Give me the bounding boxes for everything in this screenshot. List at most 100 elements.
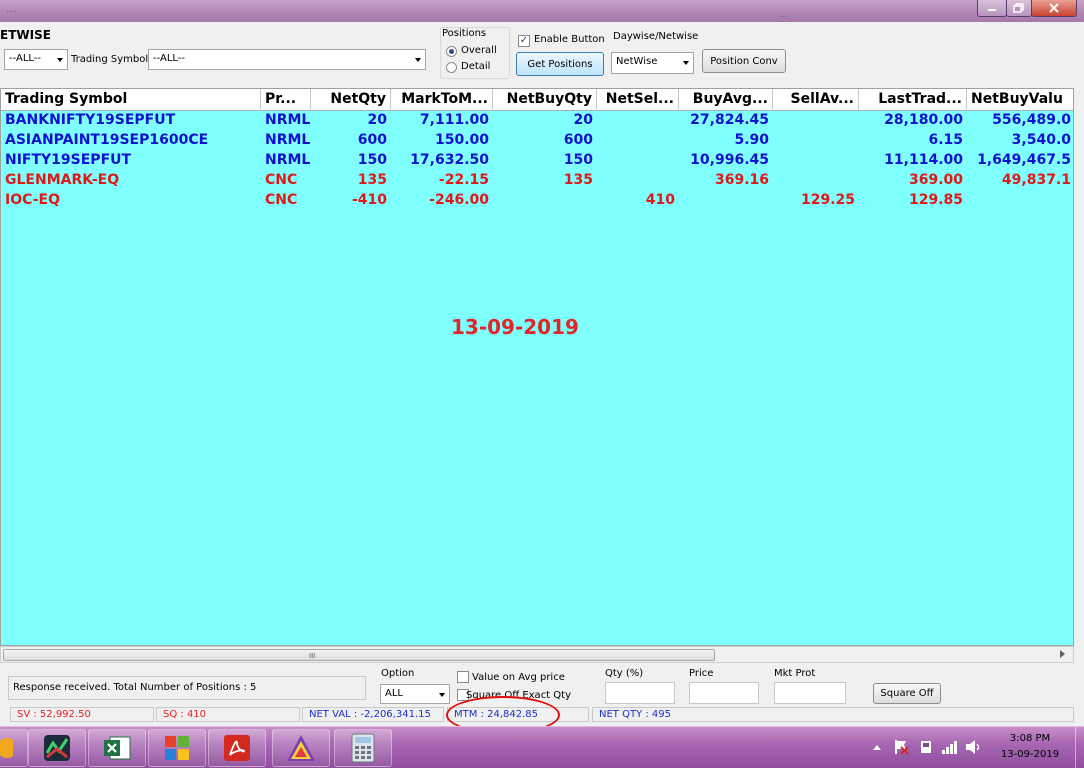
chevron-down-icon <box>57 58 63 62</box>
minimize-button[interactable] <box>977 0 1007 17</box>
cell-sellavg <box>773 131 859 151</box>
daywise-value: NetWise <box>616 56 658 67</box>
trading-symbol-label: Trading Symbol <box>71 54 149 65</box>
cell-sellavg <box>773 151 859 171</box>
cell-product: CNC <box>265 172 298 188</box>
position-conv-button[interactable]: Position Conv <box>702 49 786 73</box>
col-netbuyvalue[interactable]: NetBuyValu <box>967 89 1073 111</box>
trading-symbol-dropdown[interactable]: --ALL-- <box>148 49 426 70</box>
price-input[interactable] <box>689 682 759 704</box>
table-row[interactable]: NIFTY19SEPFUT NRML 150 17,632.50 150 10,996.4… <box>1 151 1073 171</box>
daywise-label: Daywise/Netwise <box>613 31 699 42</box>
taskbar-excel[interactable] <box>88 729 146 767</box>
clock-time[interactable]: 3:08 PM <box>996 733 1064 744</box>
cell-netbuyqty: 600 <box>563 132 593 148</box>
qty-pct-input[interactable] <box>605 682 675 704</box>
col-netqty[interactable]: NetQty <box>311 89 391 111</box>
col-product[interactable]: Pr... <box>261 89 311 111</box>
square-off-button[interactable]: Square Off <box>873 683 941 704</box>
scroll-right-arrow-icon[interactable] <box>1060 650 1065 658</box>
col-netsellqty[interactable]: NetSel... <box>597 89 679 111</box>
volume-icon[interactable] <box>965 739 983 755</box>
cell-symbol: NIFTY19SEPFUT <box>5 152 132 168</box>
bottom-panel: Response received. Total Number of Posit… <box>0 664 1084 706</box>
taskbar-analysis-app[interactable] <box>272 729 330 767</box>
trading-app-icon <box>44 735 70 761</box>
show-desktop-button[interactable] <box>1075 727 1084 768</box>
clock-date[interactable]: 13-09-2019 <box>996 749 1064 760</box>
mkt-prot-input[interactable] <box>774 682 846 704</box>
maximize-button[interactable] <box>1006 0 1032 17</box>
col-buyavg[interactable]: BuyAvg... <box>679 89 773 111</box>
cell-netqty: 600 <box>357 132 387 148</box>
col-mtm[interactable]: MarkToM... <box>391 89 493 111</box>
value-on-avg-price-label: Value on Avg price <box>472 672 565 683</box>
filter-dropdown[interactable]: --ALL-- <box>4 49 68 70</box>
app-icon <box>0 738 13 758</box>
enable-button-checkbox[interactable]: ✓ <box>518 35 530 47</box>
cell-buyavg: 27,824.45 <box>690 112 769 128</box>
cell-netbuyqty: 20 <box>573 112 593 128</box>
taskbar-control-panel[interactable] <box>148 729 206 767</box>
positions-grid: Trading Symbol Pr... NetQty MarkToM... N… <box>0 88 1074 646</box>
value-on-avg-price-checkbox[interactable] <box>457 671 469 683</box>
cell-netbuyvalue: 3,540.0 <box>1011 132 1071 148</box>
option-dropdown[interactable]: ALL <box>380 684 450 704</box>
table-row[interactable]: BANKNIFTY19SEPFUT NRML 20 7,111.00 20 27,824.… <box>1 111 1073 131</box>
chevron-down-icon <box>415 58 421 62</box>
cell-buyavg <box>679 191 773 211</box>
cell-symbol: GLENMARK-EQ <box>5 172 120 188</box>
cell-netbuyqty: 135 <box>563 172 593 188</box>
sv-status: SV : 52,992.50 <box>10 707 154 722</box>
taskbar-calculator[interactable] <box>334 729 392 767</box>
cell-lasttrade: 369.00 <box>908 172 963 188</box>
cell-sellavg <box>773 171 859 191</box>
cell-netbuyvalue: 49,837.1 <box>1001 172 1071 188</box>
taskbar-app-partial[interactable] <box>0 729 28 767</box>
cell-netsellqty: 410 <box>645 192 675 208</box>
table-row[interactable]: GLENMARK-EQ CNC 135 -22.15 135 369.16 369.00 49… <box>1 171 1073 191</box>
mkt-prot-label: Mkt Prot <box>774 668 816 679</box>
excel-icon <box>104 736 131 760</box>
table-row[interactable]: ASIANPAINT19SEP1600CE NRML 600 150.00 600 5.9… <box>1 131 1073 151</box>
cell-netsellqty <box>597 151 679 171</box>
cell-lasttrade: 28,180.00 <box>884 112 963 128</box>
status-message: Response received. Total Number of Posit… <box>8 676 366 700</box>
taskbar-trading-app[interactable] <box>28 729 86 767</box>
col-netbuyqty[interactable]: NetBuyQty <box>493 89 597 111</box>
network-signal-icon[interactable] <box>941 739 959 755</box>
trading-symbol-value: --ALL-- <box>153 53 186 64</box>
table-row[interactable]: IOC-EQ CNC -410 -246.00 410 129.25 129.85 <box>1 191 1073 211</box>
calculator-icon <box>351 733 375 763</box>
scroll-grip: III <box>309 652 316 660</box>
col-lasttrade[interactable]: LastTrad... <box>859 89 967 111</box>
grid-header: Trading Symbol Pr... NetQty MarkToM... N… <box>1 89 1073 111</box>
cell-netbuyqty <box>493 191 597 211</box>
net-qty-status: NET QTY : 495 <box>592 707 1074 722</box>
restore-icon <box>1013 3 1024 13</box>
taskbar-acrobat[interactable] <box>208 729 266 767</box>
daywise-dropdown[interactable]: NetWise <box>611 52 694 74</box>
device-icon[interactable] <box>918 739 934 755</box>
cell-symbol: ASIANPAINT19SEP1600CE <box>5 132 209 148</box>
radio-detail[interactable] <box>446 62 457 73</box>
cell-mtm: 150.00 <box>434 132 489 148</box>
window-title-right: ... <box>780 10 788 19</box>
show-hidden-icons-icon[interactable] <box>873 744 881 752</box>
minimize-icon <box>988 9 996 11</box>
scroll-thumb[interactable]: III <box>3 649 715 661</box>
radio-overall[interactable] <box>446 46 457 57</box>
col-trading-symbol[interactable]: Trading Symbol <box>1 89 261 111</box>
cell-product: NRML <box>265 132 311 148</box>
get-positions-button[interactable]: Get Positions <box>516 52 604 76</box>
col-sellavg[interactable]: SellAv... <box>773 89 859 111</box>
close-button[interactable] <box>1031 0 1077 17</box>
cell-netqty: -410 <box>351 192 387 208</box>
action-center-flag-icon[interactable] <box>893 739 909 755</box>
cell-netbuyqty: 150 <box>563 152 593 168</box>
cell-netbuyvalue: 556,489.0 <box>992 112 1071 128</box>
radio-overall-label: Overall <box>461 45 497 56</box>
cell-mtm: 17,632.50 <box>410 152 489 168</box>
horizontal-scrollbar[interactable]: III <box>0 646 1074 663</box>
cell-sellavg: 129.25 <box>800 192 855 208</box>
